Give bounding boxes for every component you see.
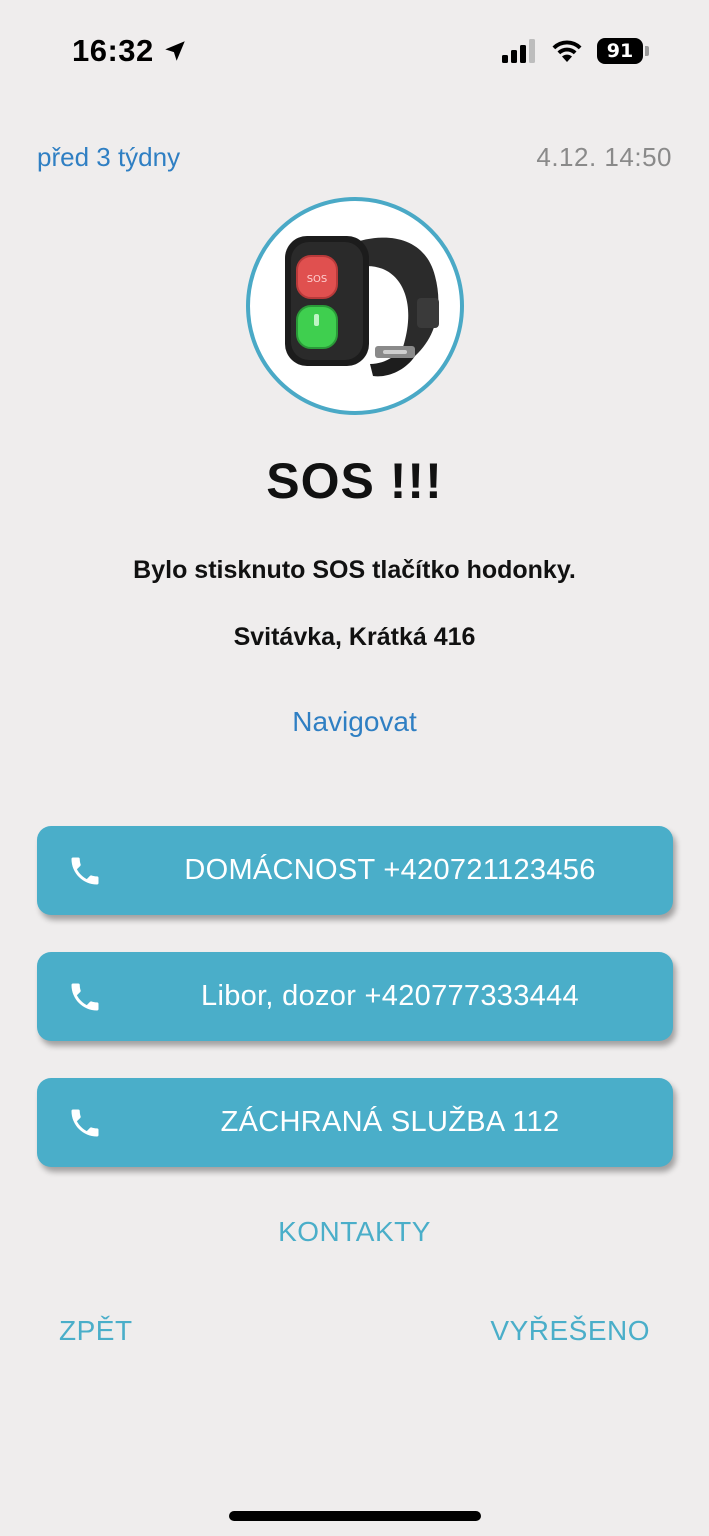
clock-text: 16:32 (72, 33, 154, 68)
alert-address: Svitávka, Krátká 416 (233, 623, 476, 651)
contact-label: DOMÁCNOST +420721123456 (184, 854, 596, 886)
contacts-button[interactable]: KONTAKTY (0, 1216, 709, 1248)
contact-label: Libor, dozor +420777333444 (201, 980, 579, 1012)
call-supervisor-button[interactable]: Libor, dozor +420777333444 (37, 952, 673, 1041)
phone-icon (71, 1109, 99, 1137)
call-household-button[interactable]: DOMÁCNOST +420721123456 (37, 826, 673, 915)
phone-icon (71, 857, 99, 885)
svg-text:SOS: SOS (307, 274, 328, 285)
smartwatch-image: SOS (285, 236, 439, 377)
device-image: SOS (246, 197, 464, 415)
battery-level: 91 (597, 38, 643, 64)
phone-icon (71, 983, 99, 1011)
status-bar-indicators: 91 (501, 38, 649, 64)
alert-title: SOS !!! (266, 453, 443, 509)
alert-description: Bylo stisknuto SOS tlačítko hodonky. (133, 556, 576, 584)
call-emergency-button[interactable]: ZÁCHRANÁ SLUŽBA 112 (37, 1078, 673, 1167)
contact-label: ZÁCHRANÁ SLUŽBA 112 (220, 1106, 560, 1138)
resolved-button[interactable]: VYŘEŠENO (490, 1315, 650, 1347)
navigate-link[interactable]: Navigovat (0, 706, 709, 738)
alert-datetime: 4.12. 14:50 (536, 142, 672, 172)
home-indicator[interactable] (229, 1511, 481, 1521)
alert-relative-time: před 3 týdny (37, 142, 181, 172)
location-arrow-icon (165, 41, 185, 61)
cellular-signal-icon (502, 39, 535, 63)
wifi-icon (552, 40, 582, 62)
battery-icon: 91 (597, 38, 649, 64)
status-bar-time: 16:32 (72, 33, 188, 69)
back-button[interactable]: ZPĚT (59, 1315, 133, 1347)
